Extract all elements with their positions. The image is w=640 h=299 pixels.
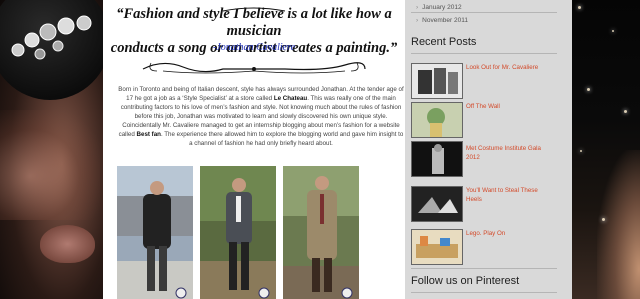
post-link-2[interactable]: Off The Wall (466, 102, 554, 111)
post-thumbnail-1[interactable] (411, 63, 463, 99)
background-right-photo (572, 0, 640, 299)
lips-shape (40, 225, 95, 263)
chevron-right-icon: › (416, 4, 419, 11)
post-thumbnail-2[interactable] (411, 102, 463, 138)
article-body: Born in Toronto and being of Italian des… (118, 86, 404, 147)
outfit-photo-2[interactable] (200, 166, 276, 299)
bottom-flourish (142, 62, 366, 74)
post-link-4[interactable]: You'll Want to Steal These Heels (466, 186, 554, 204)
outfit-photo-1[interactable] (117, 166, 193, 299)
outfit-photo-3[interactable] (283, 166, 359, 299)
post-link-3[interactable]: Met Costume Institute Gala 2012 (466, 144, 554, 162)
site-name: Best fan (136, 131, 161, 138)
store-name: Le Chateau (273, 95, 308, 102)
sidebar: › January 2012 › November 2011 Recent Post… (405, 0, 572, 299)
archive-link-january-2012[interactable]: › January 2012 (416, 4, 462, 11)
post-link-1[interactable]: Look Out for Mr. Cavaliere (466, 63, 554, 72)
background-left-photo (0, 0, 110, 299)
recent-posts-heading: Recent Posts (411, 36, 477, 48)
top-flourish (222, 7, 286, 12)
chevron-right-icon: › (416, 17, 419, 24)
archive-link-november-2011[interactable]: › November 2011 (416, 17, 468, 24)
post-thumbnail-4[interactable] (411, 186, 463, 222)
divider (411, 268, 557, 269)
jewelry-decoration (11, 15, 92, 60)
post-thumbnail-5[interactable] (411, 229, 463, 265)
article-column: “Fashion and style I believe is a lot li… (103, 0, 405, 299)
divider (411, 12, 557, 13)
quote-attribution: -Jonathan Cavaliere (212, 42, 296, 53)
divider (411, 53, 557, 54)
post-thumbnail-3[interactable] (411, 141, 463, 177)
divider (411, 292, 557, 293)
pinterest-heading: Follow us on Pinterest (411, 275, 520, 287)
post-link-5[interactable]: Lego. Play On (466, 229, 554, 238)
